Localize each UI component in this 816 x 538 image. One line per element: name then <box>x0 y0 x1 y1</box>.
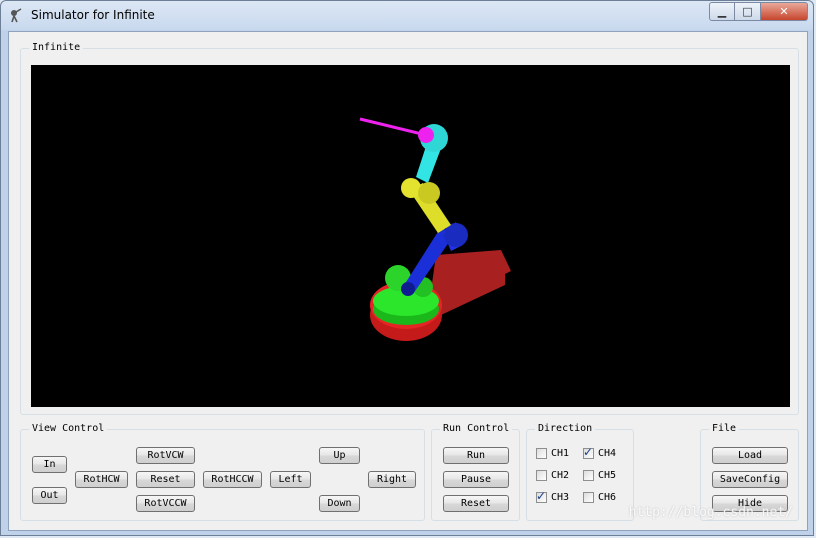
ch6-label: CH6 <box>598 492 617 503</box>
ch4-box[interactable]: ✓ <box>583 445 594 459</box>
view-reset-button[interactable]: Reset <box>136 471 195 488</box>
rot-vccw-button[interactable]: RotVCCW <box>136 495 195 512</box>
tool-tip <box>359 117 427 137</box>
run-control-label: Run Control <box>440 422 513 436</box>
caption-buttons: ▁ □ ✕ <box>709 2 808 21</box>
minimize-icon: ▁ <box>717 5 727 18</box>
pan-right-button[interactable]: Right <box>368 471 416 488</box>
rot-vcw-button[interactable]: RotVCW <box>136 447 195 464</box>
ch1-box[interactable] <box>536 448 547 459</box>
load-button[interactable]: Load <box>712 447 788 464</box>
rot-hccw-button[interactable]: RotHCCW <box>203 471 262 488</box>
ch3-label: CH3 <box>551 492 570 503</box>
run-control-group: Run Control Run Pause Reset <box>431 422 520 521</box>
yellow-joint <box>401 178 421 198</box>
ch4-label: CH4 <box>598 448 617 459</box>
ch5-checkbox[interactable]: CH5 <box>583 470 616 481</box>
direction-label: Direction <box>535 422 596 436</box>
pan-up-button[interactable]: Up <box>319 447 360 464</box>
ch2-box[interactable] <box>536 470 547 481</box>
zoom-in-button[interactable]: In <box>32 456 67 473</box>
maximize-button[interactable]: □ <box>735 2 761 21</box>
view-control-label: View Control <box>29 422 108 436</box>
ch1-checkbox[interactable]: CH1 <box>536 448 569 459</box>
app-window: Simulator for Infinite ▁ □ ✕ Infinite Vi… <box>0 0 814 536</box>
ch4-checkbox[interactable]: ✓ CH4 <box>583 445 617 459</box>
watermark-text: http://blog.csdn.net/ <box>628 505 793 520</box>
viewport-group-label: Infinite <box>29 41 84 55</box>
ch3-box[interactable]: ✓ <box>536 489 547 503</box>
ch1-label: CH1 <box>551 448 570 459</box>
check-icon: ✓ <box>583 445 594 459</box>
run-reset-button[interactable]: Reset <box>443 495 509 512</box>
title-bar[interactable]: Simulator for Infinite ▁ □ ✕ <box>1 1 813 31</box>
yellow-joint-2 <box>418 182 440 204</box>
3d-viewport[interactable] <box>31 65 790 407</box>
ch5-box[interactable] <box>583 470 594 481</box>
app-icon <box>11 8 22 23</box>
ch6-checkbox[interactable]: CH6 <box>583 492 616 503</box>
zoom-out-button[interactable]: Out <box>32 487 67 504</box>
ch3-checkbox[interactable]: ✓ CH3 <box>536 489 570 503</box>
robot-arm-render <box>359 117 511 341</box>
file-label: File <box>709 422 740 436</box>
window-title: Simulator for Infinite <box>31 8 155 22</box>
viewport-group: Infinite <box>20 41 799 415</box>
rot-hcw-button[interactable]: RotHCW <box>75 471 128 488</box>
client-area: Infinite View Control In Out RotHCW RotV… <box>8 31 808 531</box>
ch2-checkbox[interactable]: CH2 <box>536 470 569 481</box>
minimize-button[interactable]: ▁ <box>709 2 735 21</box>
blue-pin <box>401 282 415 296</box>
ch2-label: CH2 <box>551 470 570 481</box>
maximize-icon: □ <box>742 5 753 18</box>
run-button[interactable]: Run <box>443 447 509 464</box>
pan-left-button[interactable]: Left <box>270 471 311 488</box>
close-icon: ✕ <box>779 5 789 18</box>
ch6-box[interactable] <box>583 492 594 503</box>
direction-group: Direction CH1 CH2 ✓ CH3 ✓ CH4 CH5 CH6 <box>526 422 634 521</box>
save-config-button[interactable]: SaveConfig <box>712 471 788 488</box>
pause-button[interactable]: Pause <box>443 471 509 488</box>
pan-down-button[interactable]: Down <box>319 495 360 512</box>
close-button[interactable]: ✕ <box>761 2 808 21</box>
check-icon: ✓ <box>536 489 547 503</box>
ch5-label: CH5 <box>598 470 617 481</box>
view-control-group: View Control In Out RotHCW RotVCW Reset … <box>20 422 425 521</box>
